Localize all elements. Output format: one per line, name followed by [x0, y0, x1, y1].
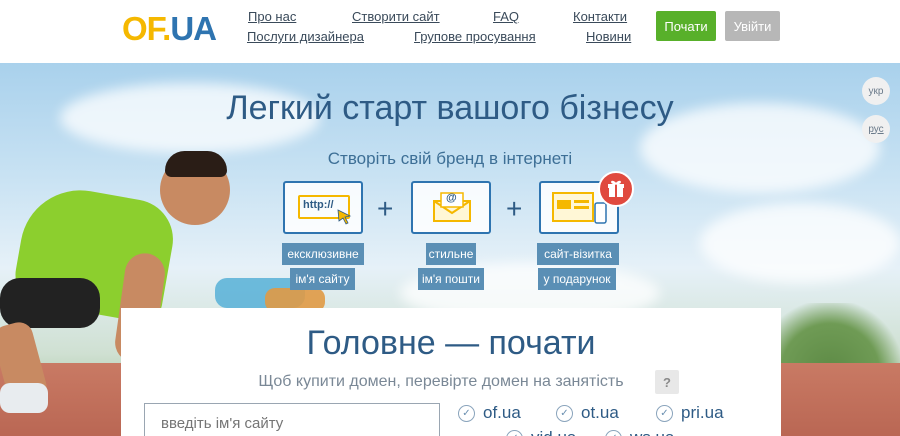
feature-tag: сайт-візитка	[537, 243, 619, 265]
panel-title: Головне — почати	[306, 324, 596, 362]
nav-link-group-promotion[interactable]: Групове просування	[414, 29, 536, 44]
domain-search-input[interactable]	[144, 403, 440, 436]
feature-tag: у подарунок	[538, 268, 616, 290]
hero-banner: Легкий старт вашого бізнесу Створіть сві…	[0, 63, 900, 436]
check-icon: ✓	[556, 404, 573, 422]
nav-link-news[interactable]: Новини	[586, 29, 631, 44]
check-icon: ✓	[656, 404, 673, 422]
domain-option-of-ua[interactable]: ✓ of.ua	[458, 403, 521, 423]
hero-subtitle: Створіть свій бренд в інтернеті	[327, 149, 573, 168]
gift-icon	[598, 171, 634, 207]
nav-link-faq[interactable]: FAQ	[493, 9, 519, 24]
check-icon: ✓	[458, 404, 475, 422]
login-button[interactable]: Увійти	[725, 11, 780, 41]
domain-search-panel: Головне — почати Щоб купити домен, перев…	[121, 308, 781, 436]
lang-ukr-button[interactable]: укр	[862, 77, 890, 105]
site-header: OF.UA Про нас Створити сайт FAQ Контакти…	[0, 0, 900, 63]
domain-option-pri-ua[interactable]: ✓ pri.ua	[656, 403, 724, 423]
nav-link-about[interactable]: Про нас	[248, 9, 296, 24]
plus-sign: +	[506, 193, 523, 224]
lang-rus-button[interactable]: рус	[862, 115, 890, 143]
domain-option-ws-ua[interactable]: ✓ws.ua	[605, 428, 674, 436]
cursor-icon	[337, 209, 352, 225]
start-button[interactable]: Почати	[656, 11, 716, 41]
plus-sign: +	[377, 193, 394, 224]
email-feature-box: @	[411, 181, 491, 234]
feature-tag: ексклюзивне	[282, 243, 364, 265]
nav-link-contacts[interactable]: Контакти	[573, 9, 627, 24]
domain-option-ot-ua[interactable]: ✓ ot.ua	[556, 403, 619, 423]
runner-shorts	[0, 278, 100, 328]
nav-link-designer-services[interactable]: Послуги дизайнера	[247, 29, 364, 44]
domain-option-vid-ua[interactable]: ✓vid.ua	[506, 428, 576, 436]
cloud	[700, 203, 900, 283]
feature-tag: ім'я сайту	[290, 268, 355, 290]
feature-tag: ім'я пошти	[418, 268, 484, 290]
logo[interactable]: OF.UA	[122, 10, 217, 48]
nav-link-create-site[interactable]: Створити сайт	[352, 9, 440, 24]
check-icon: ✓	[605, 429, 622, 436]
check-icon: ✓	[506, 429, 523, 436]
hero-title: Легкий старт вашого бізнесу	[226, 89, 674, 127]
help-button[interactable]: ?	[655, 370, 679, 394]
runner-shoe	[0, 383, 48, 413]
feature-tag: стильне	[426, 243, 476, 265]
url-feature-box: http://	[283, 181, 363, 234]
